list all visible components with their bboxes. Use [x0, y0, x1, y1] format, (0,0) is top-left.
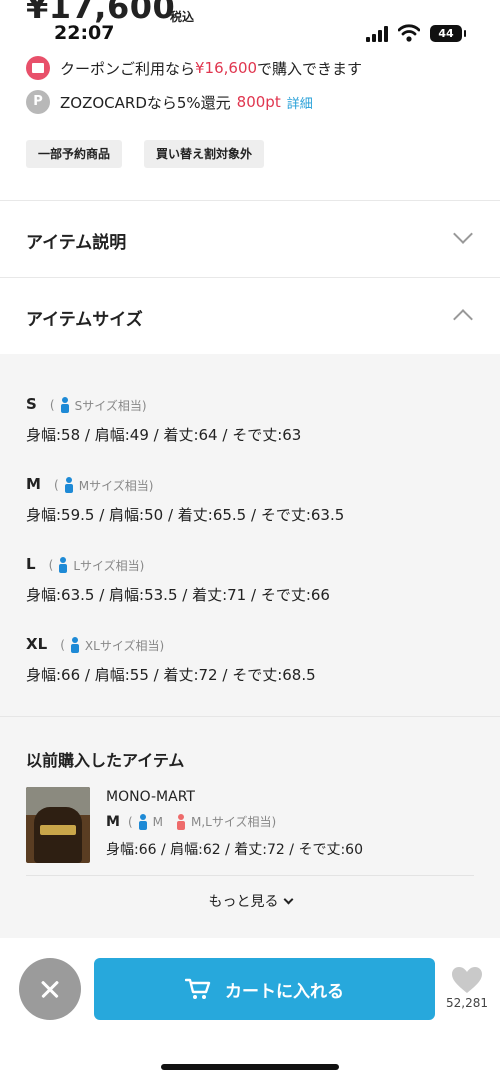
size-equivalent: (Lサイズ相当)	[48, 557, 145, 573]
zozocard-text: ZOZOCARDなら5%還元	[60, 93, 231, 112]
size-row: L (Lサイズ相当) 身幅:63.5 / 肩幅:53.5 / 着丈:71 / そ…	[26, 554, 330, 605]
male-icon	[60, 397, 69, 413]
zozocard-row: P ZOZOCARDなら5%還元 800pt 詳細	[26, 89, 313, 115]
divider	[26, 875, 474, 876]
size-equivalent: (Mサイズ相当)	[54, 477, 154, 493]
favorite-button[interactable]: 52,281	[446, 966, 488, 1022]
tag-trade-in-excluded: 買い替え割対象外	[144, 140, 265, 168]
female-icon	[176, 813, 185, 830]
male-icon	[138, 813, 147, 830]
size-equivalent: (Sサイズ相当)	[49, 397, 147, 413]
bottom-action-bar: カートに入れる 52,281	[0, 938, 500, 1080]
points-icon: P	[26, 90, 50, 114]
cart-icon	[185, 978, 211, 999]
battery-icon: 44	[430, 25, 466, 42]
price-tax-label: 税込	[170, 10, 195, 24]
size-label: M	[106, 813, 120, 830]
male-icon	[70, 637, 79, 653]
previous-purchase-section: 以前購入したアイテム MONO-MART M (M M,Lサイズ相当) 身幅:6…	[0, 716, 500, 938]
previous-measurements: 身幅:66 / 肩幅:62 / 着丈:72 / そで丈:60	[106, 842, 363, 858]
zozocard-points: 800pt	[236, 93, 281, 111]
chevron-down-icon	[283, 894, 293, 905]
add-to-cart-button[interactable]: カートに入れる	[94, 958, 435, 1020]
favorite-count: 52,281	[446, 996, 488, 1010]
accordion-title: アイテム説明	[26, 233, 127, 253]
size-label: S	[26, 395, 37, 413]
male-icon	[59, 557, 68, 573]
size-measurements: 身幅:58 / 肩幅:49 / 着丈:64 / そで丈:63	[26, 425, 302, 444]
coupon-suffix: で購入できます	[257, 59, 363, 78]
signal-icon	[366, 26, 390, 42]
male-icon	[64, 477, 73, 493]
product-thumbnail[interactable]	[26, 787, 90, 863]
coupon-icon	[26, 56, 50, 80]
status-bar: ¥17,600 税込 22:07 44	[0, 0, 500, 48]
item-description-accordion[interactable]: アイテム説明	[0, 200, 500, 276]
home-indicator[interactable]	[161, 1064, 339, 1070]
chevron-up-icon	[453, 309, 473, 329]
see-more-button[interactable]: もっと見る	[0, 891, 500, 911]
chevron-down-icon	[453, 224, 473, 244]
wifi-icon	[398, 24, 420, 42]
close-button[interactable]	[19, 958, 81, 1020]
size-label: XL	[26, 635, 48, 653]
coupon-row[interactable]: クーポンご利用なら ¥16,600 で購入できます	[26, 55, 362, 81]
item-size-accordion[interactable]: アイテムサイズ	[0, 277, 500, 353]
status-time: 22:07	[54, 22, 115, 44]
size-equivalent: (M M,Lサイズ相当)	[127, 813, 277, 830]
coupon-prefix: クーポンご利用なら	[60, 59, 196, 78]
brand-name: MONO-MART	[106, 789, 195, 805]
size-label: M	[26, 475, 41, 493]
size-equivalent: (XLサイズ相当)	[60, 637, 165, 653]
size-row: XL (XLサイズ相当) 身幅:66 / 肩幅:55 / 着丈:72 / そで丈…	[26, 634, 316, 685]
zozocard-detail-link[interactable]: 詳細	[287, 93, 313, 112]
previous-size-row: M (M M,Lサイズ相当)	[106, 813, 276, 830]
accordion-title: アイテムサイズ	[26, 310, 143, 330]
coupon-price: ¥16,600	[195, 59, 258, 77]
section-title: 以前購入したアイテム	[26, 751, 185, 770]
size-panel: S (Sサイズ相当) 身幅:58 / 肩幅:49 / 着丈:64 / そで丈:6…	[0, 354, 500, 716]
size-measurements: 身幅:59.5 / 肩幅:50 / 着丈:65.5 / そで丈:63.5	[26, 505, 345, 524]
cart-button-label: カートに入れる	[225, 981, 344, 1002]
size-row: M (Mサイズ相当) 身幅:59.5 / 肩幅:50 / 着丈:65.5 / そ…	[26, 474, 344, 525]
size-measurements: 身幅:63.5 / 肩幅:53.5 / 着丈:71 / そで丈:66	[26, 585, 330, 604]
heart-icon	[452, 967, 482, 993]
tag-preorder: 一部予約商品	[26, 140, 123, 168]
size-measurements: 身幅:66 / 肩幅:55 / 着丈:72 / そで丈:68.5	[26, 665, 316, 684]
size-label: L	[26, 555, 36, 573]
size-row: S (Sサイズ相当) 身幅:58 / 肩幅:49 / 着丈:64 / そで丈:6…	[26, 394, 301, 445]
